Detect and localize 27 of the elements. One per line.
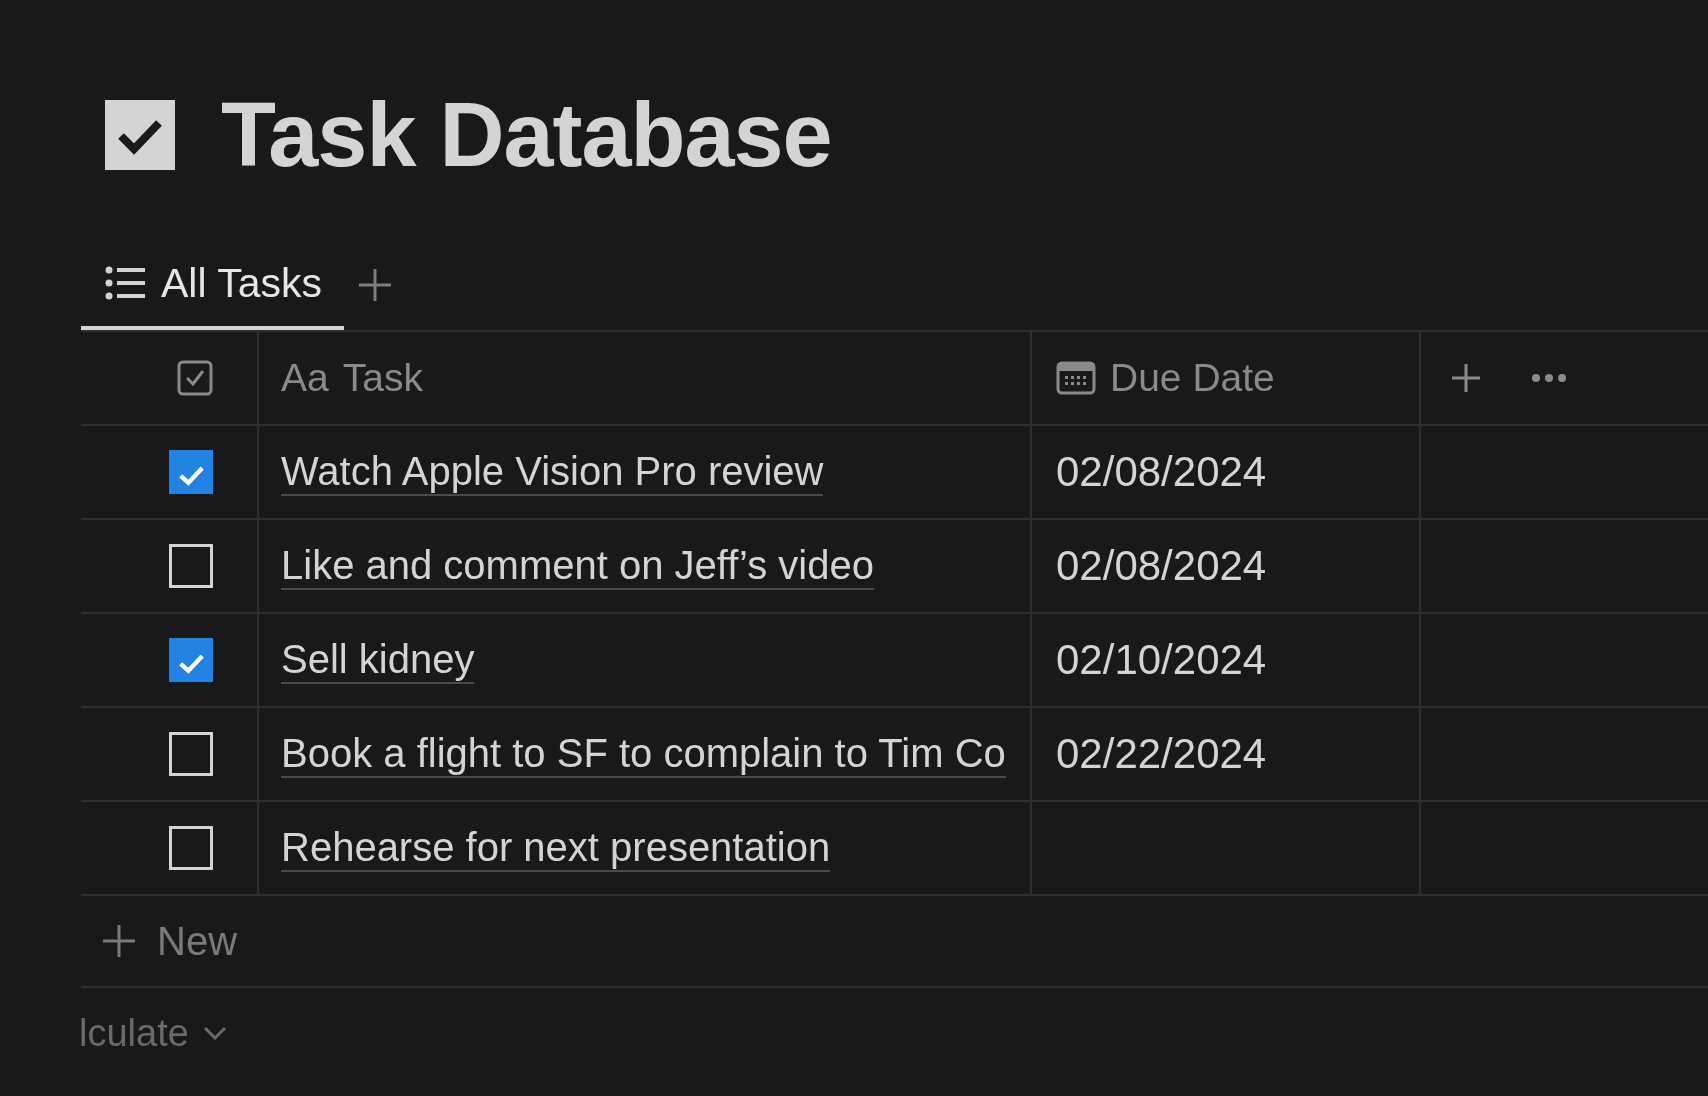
- add-column-icon[interactable]: [1451, 363, 1481, 393]
- task-title[interactable]: Watch Apple Vision Pro review: [281, 448, 824, 496]
- plus-icon: [101, 923, 137, 959]
- checkbox[interactable]: [169, 638, 213, 682]
- due-date: 02/08/2024: [1056, 542, 1267, 590]
- chevron-down-icon: [202, 1026, 227, 1040]
- checkbox-icon: [177, 360, 213, 396]
- list-icon: [105, 266, 145, 300]
- view-tab[interactable]: All Tasks: [81, 240, 345, 330]
- due-date: 02/10/2024: [1056, 636, 1267, 684]
- task-title[interactable]: Like and comment on Jeff’s video: [281, 542, 874, 590]
- task-title[interactable]: Book a flight to SF to complain to Tim Co: [281, 730, 1006, 778]
- column-header[interactable]: Due Date: [1110, 356, 1275, 400]
- calendar-icon: [1056, 361, 1096, 395]
- due-date: 02/22/2024: [1056, 730, 1267, 778]
- due-date: 02/08/2024: [1056, 448, 1267, 496]
- add-view-icon[interactable]: [358, 268, 393, 302]
- checkbox-icon: [105, 100, 175, 170]
- page-title: Task Database: [221, 90, 832, 180]
- text-type-icon: Aa: [281, 356, 329, 400]
- new-row-button[interactable]: New: [101, 918, 238, 964]
- checkbox[interactable]: [169, 450, 213, 494]
- column-header[interactable]: Task: [342, 356, 423, 400]
- task-title[interactable]: Rehearse for next presentation: [281, 824, 831, 872]
- more-icon[interactable]: [1531, 373, 1567, 383]
- tab-label: All Tasks: [161, 259, 323, 307]
- task-title[interactable]: Sell kidney: [281, 636, 475, 684]
